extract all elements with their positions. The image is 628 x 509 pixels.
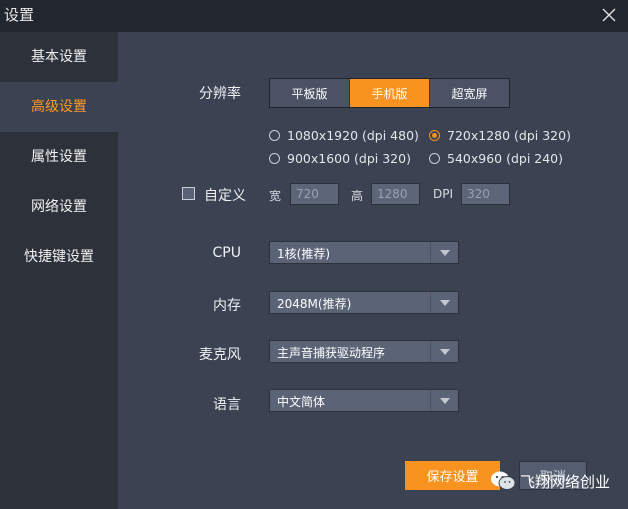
language-value: 中文简体 — [277, 395, 326, 409]
resolution-radio-540[interactable]: 540x960 (dpi 240) — [429, 151, 563, 166]
language-select[interactable]: 中文简体 — [269, 389, 459, 412]
width-label: 宽 — [269, 189, 282, 203]
resolution-radio-900[interactable]: 900x1600 (dpi 320) — [269, 151, 411, 166]
radio-label: 720x1280 (dpi 320) — [447, 128, 571, 143]
language-label: 语言 — [213, 397, 241, 413]
sidebar-item-shortcuts[interactable]: 快捷键设置 — [0, 232, 118, 282]
radio-icon — [269, 130, 280, 141]
resolution-mode-segmented: 平板版 手机版 超宽屏 — [269, 78, 510, 108]
height-label: 高 — [351, 189, 364, 203]
custom-label: 自定义 — [204, 188, 246, 204]
radio-label: 900x1600 (dpi 320) — [287, 151, 411, 166]
window-title: 设置 — [4, 6, 35, 24]
memory-select[interactable]: 2048M(推荐) — [269, 291, 459, 314]
save-button[interactable]: 保存设置 — [405, 461, 500, 490]
radio-icon — [269, 153, 280, 164]
radio-label: 540x960 (dpi 240) — [447, 151, 564, 166]
radio-label: 1080x1920 (dpi 480) — [287, 128, 419, 143]
resolution-radio-720[interactable]: 720x1280 (dpi 320) — [429, 128, 571, 143]
microphone-label: 麦克风 — [199, 347, 241, 363]
wechat-icon — [490, 470, 516, 492]
custom-resolution-checkbox[interactable] — [182, 187, 195, 200]
width-input[interactable]: 720 — [290, 183, 339, 205]
resolution-radio-1080[interactable]: 1080x1920 (dpi 480) — [269, 128, 419, 143]
cpu-label: CPU — [212, 245, 241, 261]
microphone-select[interactable]: 主声音捕获驱动程序 — [269, 340, 459, 363]
resolution-label: 分辨率 — [199, 86, 241, 102]
dpi-label: DPI — [433, 187, 454, 201]
radio-icon — [429, 153, 440, 164]
chevron-down-icon — [430, 242, 458, 263]
title-bar: 设置 — [0, 0, 628, 32]
microphone-value: 主声音捕获驱动程序 — [277, 346, 386, 360]
mode-tablet-button[interactable]: 平板版 — [270, 79, 350, 107]
settings-panel: 分辨率 平板版 手机版 超宽屏 1080x1920 (dpi 480) 720x… — [118, 32, 628, 509]
chevron-down-icon — [430, 292, 458, 313]
cpu-value: 1核(推荐) — [277, 247, 330, 261]
radio-icon — [429, 130, 440, 141]
sidebar-item-properties[interactable]: 属性设置 — [0, 132, 118, 182]
sidebar-item-network[interactable]: 网络设置 — [0, 182, 118, 232]
dpi-input[interactable]: 320 — [461, 183, 510, 205]
height-input[interactable]: 1280 — [371, 183, 420, 205]
mode-phone-button[interactable]: 手机版 — [350, 79, 430, 107]
mode-ultrawide-button[interactable]: 超宽屏 — [430, 79, 509, 107]
sidebar-item-basic[interactable]: 基本设置 — [0, 32, 118, 82]
memory-label: 内存 — [213, 298, 241, 314]
close-button[interactable] — [596, 2, 622, 28]
watermark-text: 飞翔网络创业 — [520, 472, 611, 491]
cpu-select[interactable]: 1核(推荐) — [269, 241, 459, 264]
sidebar: 基本设置 高级设置 属性设置 网络设置 快捷键设置 — [0, 32, 118, 509]
chevron-down-icon — [430, 390, 458, 411]
memory-value: 2048M(推荐) — [277, 297, 352, 311]
watermark: 飞翔网络创业 — [490, 466, 610, 496]
chevron-down-icon — [430, 341, 458, 362]
sidebar-item-advanced[interactable]: 高级设置 — [0, 82, 118, 132]
close-icon — [602, 8, 616, 22]
